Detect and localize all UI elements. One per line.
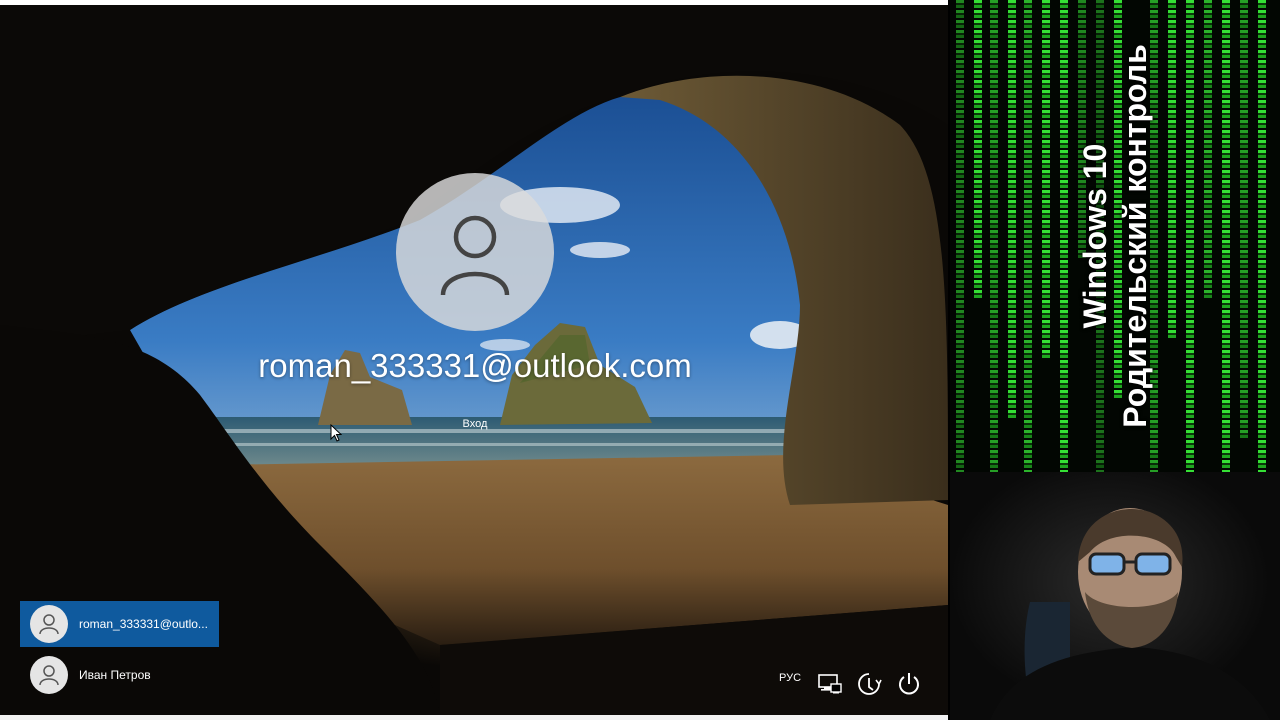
screen-top-strip <box>0 0 948 5</box>
title-line-parental-control: Родительский контроль <box>1117 44 1153 428</box>
matrix-code-column <box>990 0 998 472</box>
user-icon <box>39 665 59 686</box>
account-name: roman_333331@outlook.com <box>258 347 692 384</box>
matrix-code-column <box>1060 0 1068 472</box>
matrix-code-column <box>1204 0 1212 300</box>
matrix-code-column <box>1222 0 1230 472</box>
ease-of-access-icon[interactable] <box>855 670 883 698</box>
video-title-panel: Windows 10 Родительский контроль <box>950 0 1280 472</box>
matrix-code-column <box>1240 0 1248 440</box>
matrix-code-column <box>1042 0 1050 360</box>
user-tile-ivan[interactable]: Иван Петров <box>20 652 219 698</box>
mouse-cursor-icon <box>330 424 342 442</box>
network-icon[interactable] <box>816 670 844 698</box>
user-icon <box>440 215 510 296</box>
matrix-code-column <box>1258 0 1266 472</box>
matrix-code-column <box>1186 0 1194 472</box>
power-icon[interactable] <box>895 670 923 698</box>
video-title: Windows 10 Родительский контроль <box>1075 44 1155 428</box>
matrix-code-column <box>1024 0 1032 472</box>
webcam-feed <box>950 472 1280 720</box>
language-indicator[interactable]: РУС <box>779 672 801 684</box>
user-tile-label: Иван Петров <box>79 668 151 682</box>
screen-bottom-strip <box>0 715 948 720</box>
user-tile-avatar <box>30 605 68 643</box>
matrix-code-column <box>1008 0 1016 420</box>
sign-in-link[interactable]: Вход <box>440 418 510 430</box>
matrix-code-column <box>1168 0 1176 340</box>
matrix-code-column <box>974 0 982 300</box>
presenter-image <box>990 508 1270 720</box>
user-icon <box>39 614 59 635</box>
user-tile-label: roman_333331@outlo... <box>79 617 208 631</box>
user-tile-avatar <box>30 656 68 694</box>
lock-screen: roman_333331@outlook.com Вход roman_3333… <box>0 5 948 715</box>
user-tile-roman[interactable]: roman_333331@outlo... <box>20 601 219 647</box>
matrix-code-column <box>956 0 964 472</box>
user-avatar <box>396 173 554 331</box>
title-line-windows: Windows 10 <box>1077 143 1113 329</box>
